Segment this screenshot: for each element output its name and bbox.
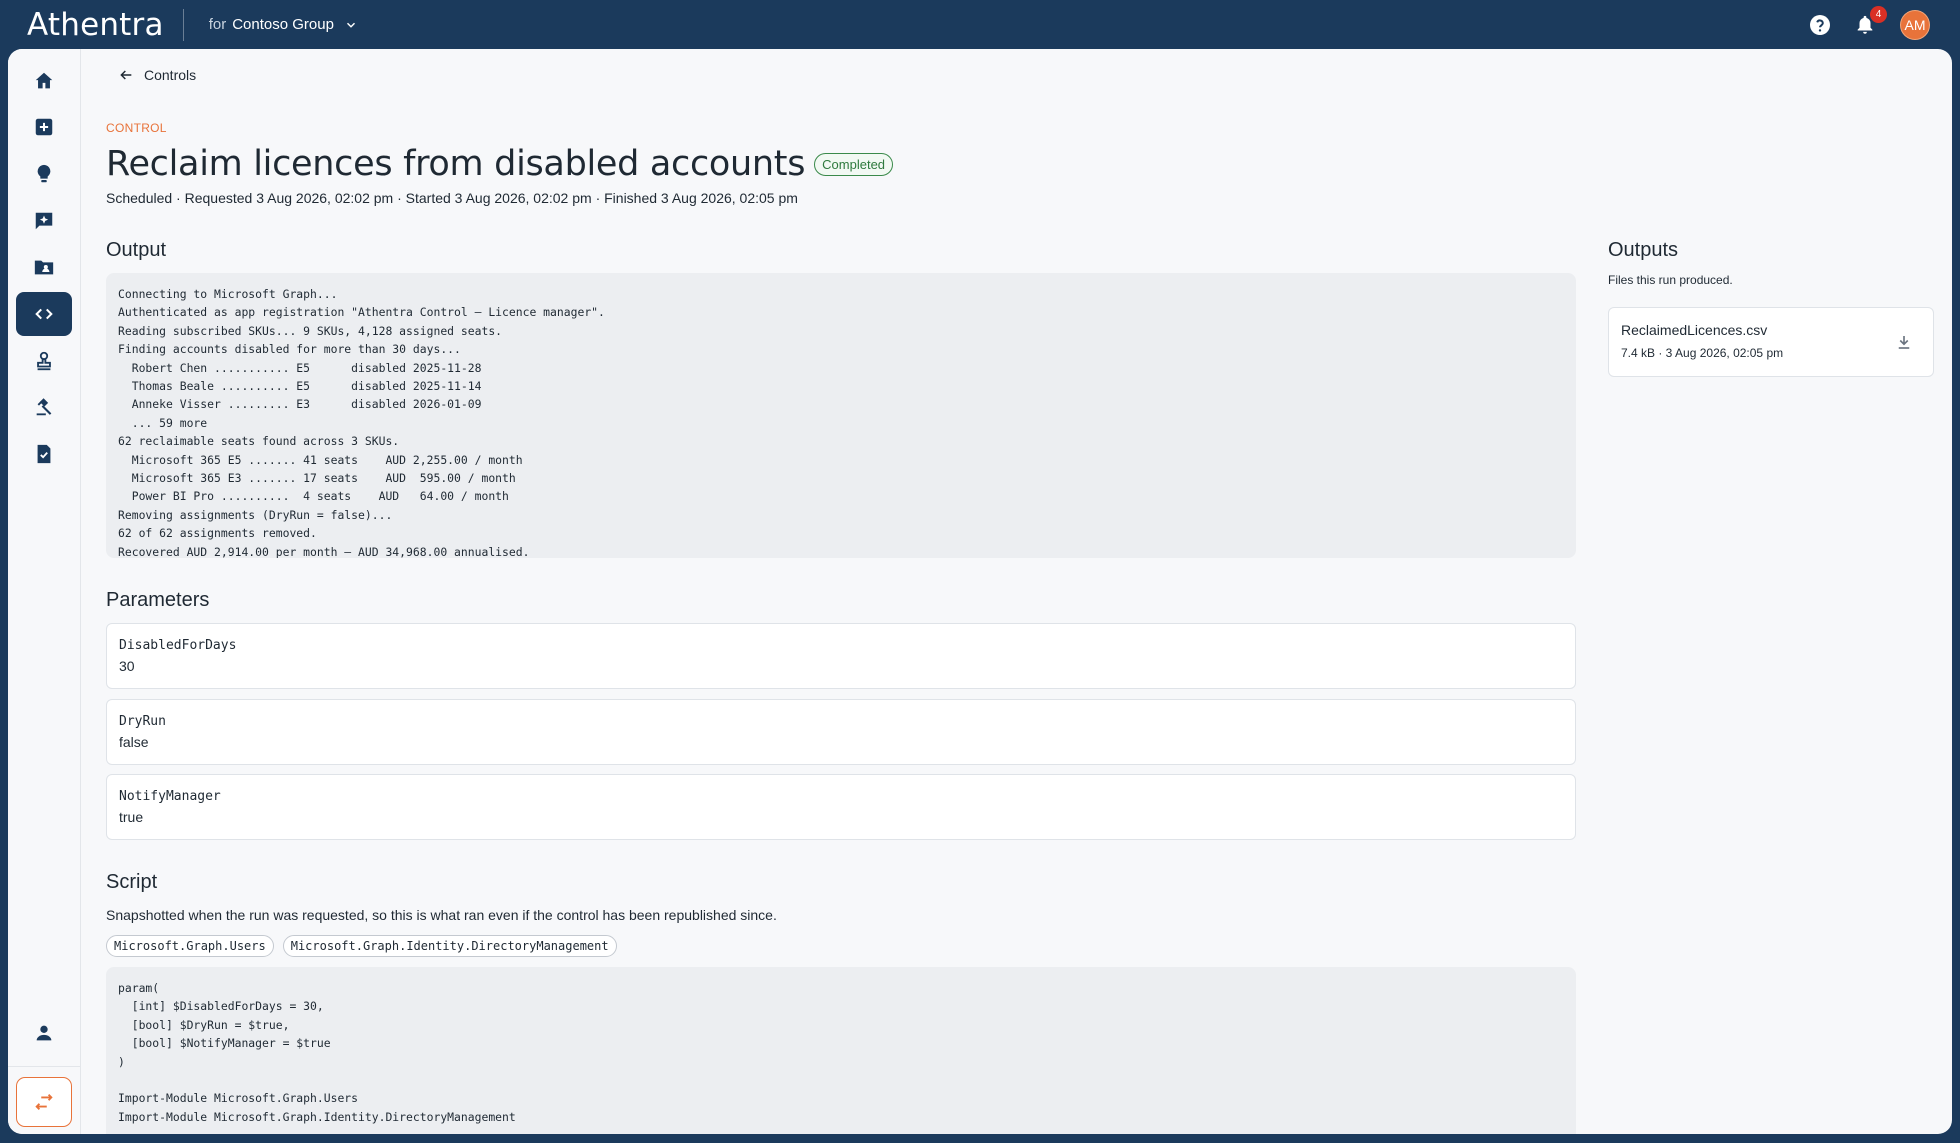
parameter-name: DryRun (119, 714, 166, 729)
sidebar-item-assistant[interactable] (16, 199, 72, 243)
sidebar-divider (8, 1066, 80, 1067)
swap-icon (35, 1094, 53, 1110)
output-log: Connecting to Microsoft Graph... Authent… (106, 273, 1576, 558)
parameters-heading: Parameters (106, 589, 210, 611)
outputs-subtitle: Files this run produced. (1608, 273, 1733, 287)
sidebar-item-create[interactable] (16, 105, 72, 149)
lightbulb-icon (37, 164, 51, 183)
home-icon (35, 72, 53, 89)
sidebar-item-tasks[interactable] (16, 432, 72, 476)
avatar[interactable]: AM (1900, 9, 1930, 40)
person-icon (36, 1025, 52, 1041)
parameter-value: 30 (119, 658, 135, 674)
parameter-name: NotifyManager (119, 789, 221, 804)
output-heading: Output (106, 239, 167, 261)
chevron-down-icon (346, 22, 355, 28)
file-meta: 7.4 kB · 3 Aug 2026, 02:05 pm (1621, 346, 1784, 360)
back-link-label: Controls (144, 67, 197, 83)
notification-count-badge: 4 (1870, 5, 1887, 23)
brand-logo[interactable]: Athentra (27, 7, 164, 43)
parameter-item: DryRun false (106, 699, 1576, 765)
run-meta: Scheduled · Requested 3 Aug 2026, 02:02 … (106, 190, 798, 206)
tenant-switcher[interactable]: for Contoso Group (209, 16, 358, 33)
module-chip: Microsoft.Graph.Identity.DirectoryManage… (282, 935, 617, 957)
parameter-value: true (119, 809, 144, 825)
add-box-icon (35, 118, 53, 136)
download-icon[interactable] (1895, 333, 1913, 351)
sidebar (8, 49, 81, 1134)
module-chip: Microsoft.Graph.Users (106, 935, 274, 957)
output-file-card: ReclaimedLicences.csv 7.4 kB · 3 Aug 202… (1608, 307, 1934, 377)
back-link[interactable]: Controls (118, 67, 196, 83)
title-row: Reclaim licences from disabled accounts … (106, 144, 894, 184)
parameter-item: NotifyManager true (106, 774, 1576, 840)
sidebar-item-policies[interactable] (16, 385, 72, 429)
help-icon[interactable] (1807, 12, 1833, 38)
arrow-left-icon (120, 70, 132, 80)
content-area: Controls CONTROL Reclaim licences from d… (106, 49, 1946, 1134)
brand-divider (182, 8, 184, 41)
parameter-value: false (119, 734, 149, 750)
main-frame: Controls CONTROL Reclaim licences from d… (8, 49, 1952, 1134)
top-bar: Athentra for Contoso Group 4 AM (0, 0, 1960, 49)
sparkle-chat-icon (35, 212, 53, 230)
sidebar-item-home[interactable] (16, 59, 72, 103)
stamp-icon (37, 351, 51, 371)
sidebar-item-controls[interactable] (16, 292, 72, 336)
code-icon (35, 308, 53, 320)
page-eyebrow: CONTROL (106, 121, 167, 135)
sidebar-item-approvals[interactable] (16, 339, 72, 383)
folder-user-icon (34, 260, 54, 275)
module-chips: Microsoft.Graph.Users Microsoft.Graph.Id… (106, 935, 626, 957)
tenant-name: Contoso Group (232, 16, 334, 33)
sidebar-item-insights[interactable] (16, 152, 72, 196)
file-name: ReclaimedLicences.csv (1621, 322, 1768, 338)
switch-view-button[interactable] (16, 1077, 72, 1127)
tenant-prefix: for (208, 16, 227, 33)
script-heading: Script (106, 871, 158, 893)
bell-icon[interactable]: 4 (1852, 5, 1887, 38)
sidebar-item-profile[interactable] (16, 1011, 72, 1055)
outputs-heading: Outputs (1608, 239, 1679, 261)
script-code: param( [int] $DisabledForDays = 30, [boo… (106, 967, 1576, 1134)
page-title: Reclaim licences from disabled accounts (106, 144, 806, 184)
task-check-icon (37, 444, 51, 464)
parameter-name: DisabledForDays (119, 638, 237, 653)
status-badge: Completed (814, 152, 894, 176)
parameter-item: DisabledForDays 30 (106, 623, 1576, 689)
top-actions: 4 AM (1788, 0, 1930, 49)
sidebar-item-directory[interactable] (16, 245, 72, 289)
gavel-icon (36, 398, 52, 416)
script-subtitle: Snapshotted when the run was requested, … (106, 907, 777, 923)
